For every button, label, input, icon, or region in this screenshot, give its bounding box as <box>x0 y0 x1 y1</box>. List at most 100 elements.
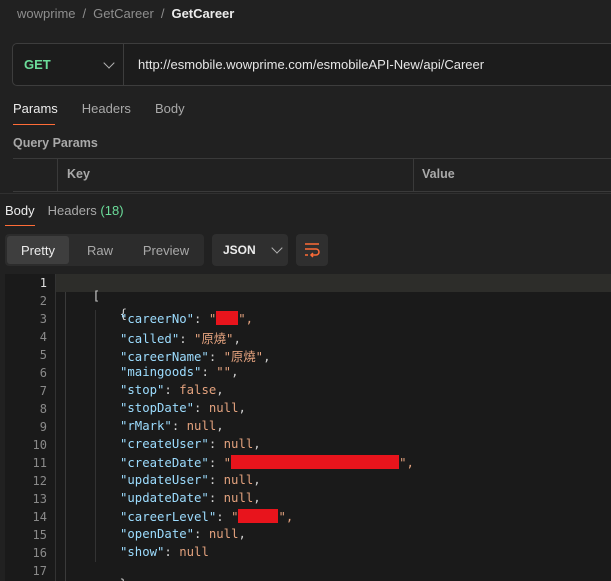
wrap-lines-button[interactable] <box>296 234 328 266</box>
json-value: "" <box>216 365 232 379</box>
json-key: "careerNo" <box>120 312 195 326</box>
breadcrumb-workspace[interactable]: wowprime <box>17 6 76 21</box>
json-colon: : <box>171 419 187 433</box>
code-line: "updateDate": null, <box>120 491 261 505</box>
code-line: "called": "原燒", <box>120 329 241 347</box>
headers-count-badge: (18) <box>100 203 124 218</box>
format-select[interactable]: JSON <box>212 234 288 266</box>
tab-response-body[interactable]: Body <box>5 203 35 218</box>
line-number: 17 <box>32 564 47 578</box>
json-key: "updateUser" <box>120 473 209 487</box>
json-value: null <box>179 545 209 559</box>
column-header-value: Value <box>422 167 455 181</box>
json-value: false <box>179 383 217 397</box>
json-value: null <box>223 437 254 451</box>
json-key: "show" <box>120 545 165 559</box>
code-line: "maingoods": "", <box>120 365 238 379</box>
json-comma: , <box>238 401 246 415</box>
request-url-bar: GET http://esmobile.wowprime.com/esmobil… <box>12 43 611 86</box>
json-close-brace: }, <box>120 577 135 581</box>
json-value: null <box>186 419 217 433</box>
chevron-down-icon <box>103 56 115 69</box>
json-colon: : <box>194 527 209 541</box>
json-key: "stopDate" <box>120 401 195 415</box>
code-line: "rMark": null, <box>120 419 224 433</box>
tab-headers[interactable]: Headers <box>82 101 131 116</box>
code-line: "updateUser": null, <box>120 473 261 487</box>
json-key: "careerLevel" <box>120 510 217 524</box>
json-value: " <box>208 312 217 326</box>
breadcrumb-collection[interactable]: GetCareer <box>93 6 154 21</box>
line-number: 2 <box>39 294 47 308</box>
line-number: 13 <box>32 492 47 506</box>
query-params-title: Query Params <box>13 136 98 150</box>
code-line: "show": null <box>120 545 209 559</box>
line-number: 11 <box>32 456 47 470</box>
json-comma: , <box>263 350 271 364</box>
json-colon: : <box>208 437 224 451</box>
request-tabs: Params Headers Body <box>13 101 185 116</box>
tab-body[interactable]: Body <box>155 101 185 116</box>
json-value: "原燒" <box>223 350 264 364</box>
indent-guide <box>95 310 96 562</box>
code-line: "openDate": null, <box>120 527 246 541</box>
url-input[interactable]: http://esmobile.wowprime.com/esmobileAPI… <box>138 44 484 85</box>
json-colon: : <box>208 350 224 364</box>
view-mode-preview[interactable]: Preview <box>131 236 201 264</box>
indent-guide <box>65 292 66 581</box>
view-mode-raw[interactable]: Raw <box>69 236 131 264</box>
line-number: 15 <box>32 528 47 542</box>
json-comma: , <box>216 383 224 397</box>
json-colon: : <box>208 456 224 470</box>
json-key: "createUser" <box>120 437 209 451</box>
pane-divider[interactable] <box>0 193 611 194</box>
json-value: " <box>223 456 232 470</box>
json-comma: , <box>238 527 246 541</box>
line-number: 3 <box>39 312 47 326</box>
json-colon: : <box>208 491 224 505</box>
json-comma: , <box>231 365 239 379</box>
json-key: "called" <box>120 332 180 346</box>
line-number: 12 <box>32 474 47 488</box>
line-number: 14 <box>32 510 47 524</box>
code-line: "careerLevel": " ", <box>120 509 293 524</box>
json-colon: : <box>194 312 209 326</box>
json-colon: : <box>164 545 180 559</box>
json-key: "openDate" <box>120 527 195 541</box>
json-colon: : <box>208 473 224 487</box>
line-number: 8 <box>39 402 47 416</box>
breadcrumb-request[interactable]: GetCareer <box>171 6 234 21</box>
redaction-box <box>216 311 239 325</box>
json-key: "createDate" <box>120 456 209 470</box>
line-number: 4 <box>39 330 47 344</box>
json-value: null <box>208 401 239 415</box>
line-number: 1 <box>39 276 47 290</box>
response-tabs: Body Headers (18) <box>5 203 124 218</box>
line-number: 10 <box>32 438 47 452</box>
code-line: "careerName": "原燒", <box>120 347 270 365</box>
wrap-lines-icon <box>305 243 320 258</box>
code-line: "careerNo": " ", <box>120 311 253 326</box>
tab-response-headers[interactable]: Headers (18) <box>48 203 124 218</box>
view-mode-pretty[interactable]: Pretty <box>7 236 69 264</box>
view-mode-switch: Pretty Raw Preview <box>5 234 204 266</box>
tab-params[interactable]: Params <box>13 101 58 116</box>
response-body-editor[interactable]: 1 2 3 4 5 6 7 8 9 10 11 12 13 14 15 16 17 [ { "careerNo"… <box>5 274 611 581</box>
line-number: 16 <box>32 546 47 560</box>
table-divider <box>57 159 58 192</box>
current-line-highlight <box>56 274 611 292</box>
json-comma: , <box>216 419 224 433</box>
table-divider <box>413 159 414 192</box>
json-value: null <box>223 473 254 487</box>
code-line: }, <box>90 563 135 581</box>
code-line: "createUser": null, <box>120 437 261 451</box>
active-tab-indicator <box>5 225 35 226</box>
json-colon: : <box>164 383 180 397</box>
json-key: "rMark" <box>120 419 172 433</box>
json-comma: , <box>233 332 241 346</box>
redaction-box <box>231 455 400 469</box>
method-select[interactable]: GET <box>24 44 124 85</box>
json-value-end: ", <box>399 456 414 470</box>
json-key: "stop" <box>120 383 165 397</box>
json-colon: : <box>179 332 195 346</box>
